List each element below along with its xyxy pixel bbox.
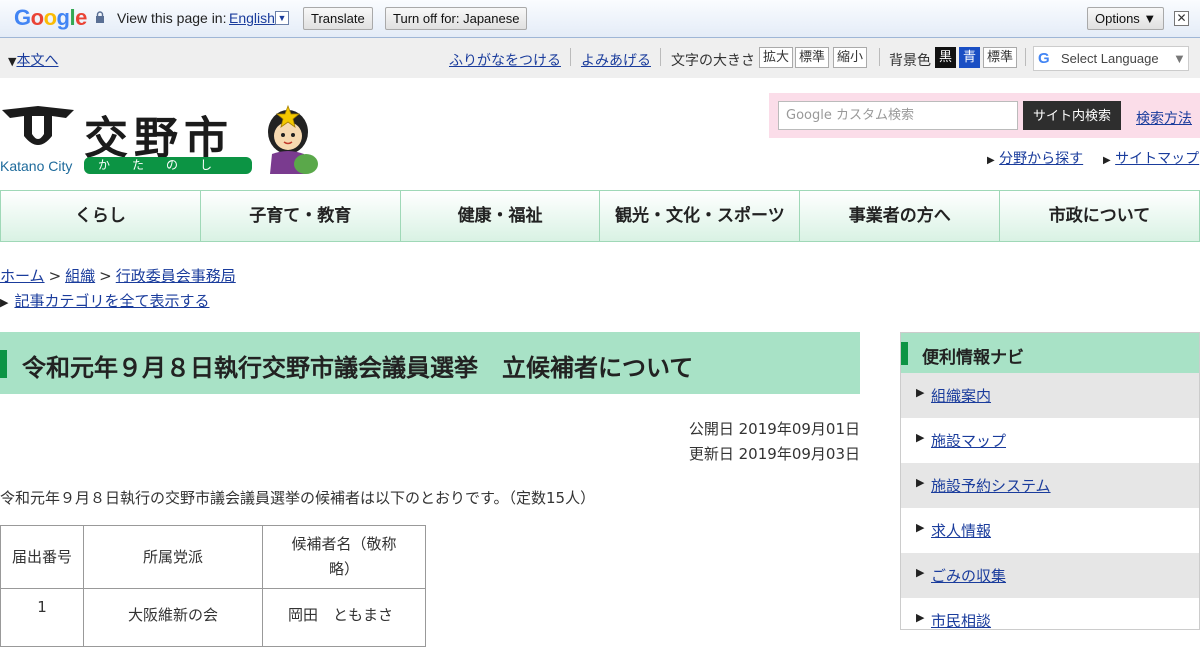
find-by-field-link[interactable]: ▶ 分野から探す	[987, 148, 1083, 168]
published-date: 公開日 2019年09月01日	[688, 420, 860, 438]
sidebar-item-reservation[interactable]: ▶ 施設予約システム	[901, 463, 1199, 508]
nav-business[interactable]: 事業者の方へ	[799, 190, 1000, 242]
triangle-right-icon: ▶	[916, 386, 925, 399]
sidebar-item-org[interactable]: ▶ 組織案内	[901, 373, 1199, 418]
candidate-table: 届出番号 所属党派 候補者名（敬称略） 1 大阪維新の会 岡田 ともまさ	[0, 525, 426, 647]
google-logo: Google	[14, 5, 87, 30]
google-g-icon: G	[1038, 50, 1050, 67]
table-cell: 1	[0, 588, 84, 647]
article-dates: 公開日 2019年09月01日 更新日 2019年09月03日	[689, 417, 860, 467]
sidebar-item-facility-map[interactable]: ▶ 施設マップ	[901, 418, 1199, 463]
triangle-right-icon: ▶	[916, 431, 925, 444]
sidebar-title-band: 便利情報ナビ	[901, 333, 1199, 373]
view-in-label: View this page in:	[117, 10, 227, 26]
global-nav: くらし 子育て・教育 健康・福祉 観光・文化・スポーツ 事業者の方へ 市政につい…	[0, 190, 1200, 242]
breadcrumb-home[interactable]: ホーム	[0, 267, 45, 285]
city-english-name: Katano City	[0, 158, 73, 174]
table-header: 所属党派	[83, 525, 263, 589]
language-link[interactable]: English	[229, 10, 275, 26]
show-categories-toggle[interactable]: ▶ 記事カテゴリを全て表示する	[0, 290, 209, 311]
bg-color-label: 背景色	[889, 53, 931, 69]
bg-blue[interactable]: 青	[959, 47, 981, 68]
sidebar-item-garbage[interactable]: ▶ ごみの収集	[901, 553, 1199, 598]
updated-date: 更新日 2019年09月03日	[688, 445, 860, 463]
search-input[interactable]	[778, 101, 1018, 130]
triangle-right-icon: ▶	[916, 566, 925, 579]
lock-icon	[96, 11, 104, 23]
table-cell: 岡田 ともまさ	[262, 588, 426, 647]
bg-black[interactable]: 黒	[935, 47, 957, 68]
sidebar-navi: 便利情報ナビ ▶ 組織案内 ▶ 施設マップ ▶ 施設予約システム ▶ 求人情報 ▶ ごみの…	[900, 332, 1200, 630]
sidebar-item-consultation[interactable]: ▶ 市民相談	[901, 598, 1199, 629]
divider	[879, 48, 880, 66]
page-title-band: 令和元年９月８日執行交野市議会議員選挙 立候補者について	[0, 332, 860, 394]
bg-standard[interactable]: 標準	[983, 47, 1018, 68]
divider	[660, 48, 661, 66]
triangle-right-icon: ▶	[916, 611, 925, 624]
text-size-enlarge[interactable]: 拡大	[759, 47, 794, 68]
divider	[570, 48, 571, 66]
skip-to-content[interactable]: ▼本文へ	[8, 50, 58, 70]
select-language-dropdown[interactable]: G Select Language ▼	[1033, 46, 1189, 71]
table-header: 届出番号	[0, 525, 84, 589]
city-kana: かたのし	[84, 157, 252, 174]
nav-health-welfare[interactable]: 健康・福祉	[399, 190, 600, 242]
site-search: サイト内検索 検索方法	[769, 93, 1200, 138]
mascot-character-icon	[268, 104, 318, 174]
title-accent-bar	[0, 350, 7, 378]
utility-bar: ▼本文へ ふりがなをつける よみあげる 文字の大きさ 拡大 標準 縮小 背景色 …	[0, 38, 1200, 78]
nav-childcare-education[interactable]: 子育て・教育	[199, 190, 400, 242]
search-help-link[interactable]: 検索方法	[1136, 108, 1192, 128]
title-accent-bar	[901, 342, 908, 365]
translate-bar: Google View this page in: English ▼ Tran…	[0, 0, 1200, 38]
breadcrumb: ホーム > 組織 > 行政委員会事務局	[0, 267, 236, 285]
options-button[interactable]: Options ▼	[1087, 7, 1165, 30]
table-header: 候補者名（敬称略）	[262, 525, 426, 589]
triangle-right-icon: ▶	[987, 155, 995, 166]
turn-off-button[interactable]: Turn off for: Japanese	[385, 7, 528, 30]
triangle-right-icon: ▶	[916, 476, 925, 489]
breadcrumb-dept[interactable]: 行政委員会事務局	[116, 267, 236, 285]
text-size-shrink[interactable]: 縮小	[833, 47, 868, 68]
triangle-right-icon: ▶	[0, 296, 9, 309]
select-language-label: Select Language	[1061, 51, 1159, 66]
triangle-right-icon: ▶	[1103, 155, 1111, 166]
breadcrumb-org[interactable]: 組織	[65, 267, 95, 285]
language-dropdown-icon[interactable]: ▼	[275, 11, 289, 25]
text-size-standard[interactable]: 標準	[795, 47, 830, 68]
sidebar-title: 便利情報ナビ	[922, 348, 1024, 368]
table-cell: 大阪維新の会	[83, 588, 263, 647]
nav-kurashi[interactable]: くらし	[0, 190, 200, 242]
sidebar-item-jobs[interactable]: ▶ 求人情報	[901, 508, 1199, 553]
text-size-label: 文字の大きさ	[671, 53, 755, 69]
article-intro: 令和元年９月８日執行の交野市議会議員選挙の候補者は以下のとおりです。（定数15人…	[0, 489, 596, 507]
site-search-button[interactable]: サイト内検索	[1023, 101, 1121, 130]
translate-button[interactable]: Translate	[303, 7, 373, 30]
site-logo[interactable]: 交野市 かたのし Katano City	[0, 100, 320, 176]
page-title: 令和元年９月８日執行交野市議会議員選挙 立候補者について	[22, 354, 694, 382]
table-row: 1 大阪維新の会 岡田 ともまさ	[0, 588, 426, 647]
city-emblem-icon	[2, 106, 74, 145]
chevron-down-icon: ▼	[1173, 51, 1186, 66]
triangle-right-icon: ▶	[916, 521, 925, 534]
nav-city-admin[interactable]: 市政について	[999, 190, 1200, 242]
table-header-row: 届出番号 所属党派 候補者名（敬称略）	[0, 525, 426, 589]
read-aloud-link[interactable]: よみあげる	[581, 50, 651, 70]
divider	[1025, 48, 1026, 66]
close-icon[interactable]: ✕	[1174, 11, 1189, 26]
furigana-link[interactable]: ふりがなをつける	[449, 50, 561, 70]
nav-tourism-culture-sports[interactable]: 観光・文化・スポーツ	[599, 190, 800, 242]
sitemap-link[interactable]: ▶ サイトマップ	[1103, 148, 1199, 168]
